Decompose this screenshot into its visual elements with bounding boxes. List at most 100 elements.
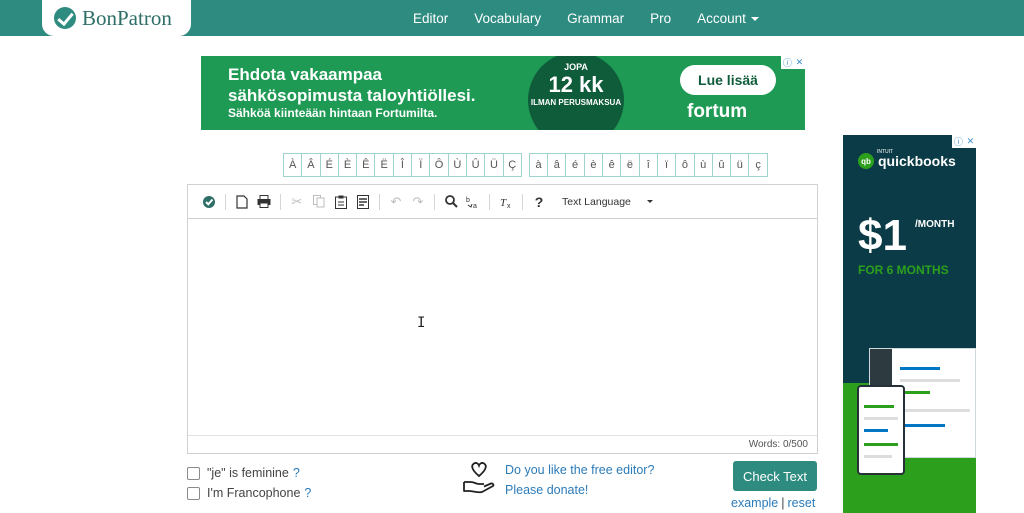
- svg-text:b: b: [466, 197, 470, 204]
- chevron-down-icon: [646, 200, 653, 203]
- reset-link[interactable]: reset: [788, 496, 816, 510]
- nav-vocabulary[interactable]: Vocabulary: [474, 11, 541, 26]
- toolbar-divider: [280, 193, 281, 210]
- option-francophone: I'm Francophone ?: [187, 483, 311, 503]
- qb-screen-bar: [900, 367, 940, 370]
- text-language-dropdown[interactable]: Text Language: [562, 196, 653, 208]
- char-button[interactable]: È: [337, 153, 358, 177]
- char-button[interactable]: Û: [465, 153, 486, 177]
- char-button[interactable]: Â: [301, 153, 321, 177]
- char-button[interactable]: ê: [602, 153, 622, 177]
- feminine-help-link[interactable]: ?: [293, 466, 300, 480]
- char-button[interactable]: ç: [748, 153, 768, 177]
- ad-info-icon[interactable]: ⓘ: [954, 135, 963, 148]
- nav-account[interactable]: Account: [697, 11, 759, 26]
- check-logo-icon: [54, 7, 76, 29]
- text-language-label: Text Language: [562, 195, 631, 208]
- qb-screen-bar: [900, 409, 970, 412]
- qb-phone-bar: [864, 455, 892, 458]
- paste-text-icon[interactable]: [354, 193, 372, 211]
- qb-phone-bar: [864, 443, 898, 446]
- char-button[interactable]: â: [547, 153, 567, 177]
- qb-screen-bar: [900, 379, 960, 382]
- copy-icon[interactable]: [310, 193, 328, 211]
- donate-link[interactable]: Please donate!: [505, 480, 654, 500]
- ad-headline: Ehdota vakaampaa sähkösopimusta taloyhti…: [228, 65, 476, 105]
- example-link[interactable]: example: [731, 496, 778, 510]
- qb-screen-bar: [900, 424, 945, 427]
- cut-icon[interactable]: ✂: [288, 193, 306, 211]
- ad-cta-button[interactable]: Lue lisää: [680, 65, 776, 95]
- heart-hand-icon: [462, 460, 496, 500]
- char-button[interactable]: ô: [675, 153, 695, 177]
- char-button[interactable]: ï: [656, 153, 677, 177]
- options-panel: "je" is feminine ? I'm Francophone ?: [187, 463, 311, 503]
- francophone-checkbox[interactable]: [187, 486, 200, 500]
- ad-close[interactable]: ⓘ ✕: [952, 135, 976, 148]
- char-button[interactable]: À: [283, 153, 303, 177]
- clear-format-icon[interactable]: Tx: [497, 193, 515, 211]
- redo-icon[interactable]: ↷: [409, 193, 427, 211]
- ad-info-icon[interactable]: ⓘ: [783, 56, 792, 69]
- qb-phone-bar: [864, 429, 888, 432]
- qb-offer: FOR 6 MONTHS: [858, 263, 949, 277]
- char-button[interactable]: Ê: [356, 153, 376, 177]
- find-replace-icon[interactable]: ba: [464, 193, 482, 211]
- char-button[interactable]: É: [319, 153, 339, 177]
- char-button[interactable]: ü: [730, 153, 750, 177]
- close-icon[interactable]: ✕: [967, 136, 975, 147]
- char-button[interactable]: Ç: [502, 153, 522, 177]
- special-character-bar: À Â É È Ê Ë Î Ï Ô Ù Û Ü Ç à â é è ê ë î …: [283, 153, 768, 177]
- print-icon[interactable]: [255, 193, 273, 211]
- svg-text:x: x: [507, 203, 511, 209]
- qb-phone-bar: [864, 405, 894, 408]
- char-button[interactable]: à: [528, 153, 549, 177]
- word-count: Words: 0/500: [188, 435, 817, 453]
- char-button[interactable]: Ï: [411, 153, 431, 177]
- qb-logo-icon: qb: [858, 153, 874, 169]
- char-button[interactable]: Î: [392, 153, 413, 177]
- ad-subline: Sähköä kiinteään hintaan Fortumilta.: [228, 106, 438, 120]
- search-icon[interactable]: [442, 193, 460, 211]
- ad-close[interactable]: ⓘ ✕: [781, 56, 805, 69]
- logo[interactable]: BonPatron: [42, 0, 191, 36]
- undo-icon[interactable]: ↶: [387, 193, 405, 211]
- qb-period: /MONTH: [915, 219, 955, 230]
- new-document-icon[interactable]: [233, 193, 251, 211]
- link-separator: |: [781, 496, 785, 510]
- check-text-button[interactable]: Check Text: [733, 461, 817, 491]
- char-button[interactable]: é: [565, 153, 585, 177]
- ad-offer-circle: JOPA 12 kk ILMAN PERUSMAKSUA: [528, 56, 624, 130]
- qb-phone-bar: [864, 417, 898, 420]
- feminine-checkbox[interactable]: [187, 466, 200, 480]
- editor-text-area[interactable]: I: [188, 220, 817, 436]
- donate-question[interactable]: Do you like the free editor?: [505, 460, 654, 480]
- nav-grammar[interactable]: Grammar: [567, 11, 624, 26]
- char-button[interactable]: Ë: [374, 153, 394, 177]
- francophone-help-link[interactable]: ?: [304, 486, 311, 500]
- paste-icon[interactable]: [332, 193, 350, 211]
- feminine-label: "je" is feminine: [207, 466, 289, 480]
- banner-ad-fortum[interactable]: Ehdota vakaampaa sähkösopimusta taloyhti…: [201, 56, 805, 130]
- char-button[interactable]: Ü: [484, 153, 504, 177]
- toolbar-divider: [489, 193, 490, 210]
- nav-editor[interactable]: Editor: [413, 11, 448, 26]
- check-logo-icon[interactable]: [200, 193, 218, 211]
- char-button[interactable]: û: [711, 153, 732, 177]
- toolbar-divider: [379, 193, 380, 210]
- side-ad-quickbooks[interactable]: ⓘ ✕ INTUIT qb quickbooks $1 /MONTH FOR 6 …: [843, 135, 976, 513]
- char-button[interactable]: Ù: [447, 153, 467, 177]
- logo-text: BonPatron: [82, 5, 172, 30]
- char-button[interactable]: Ô: [429, 153, 449, 177]
- toolbar-divider: [434, 193, 435, 210]
- nav-account-label: Account: [697, 10, 746, 26]
- char-button[interactable]: î: [638, 153, 658, 177]
- char-button[interactable]: ë: [620, 153, 640, 177]
- char-button[interactable]: è: [583, 153, 604, 177]
- nav-pro[interactable]: Pro: [650, 11, 671, 26]
- char-button[interactable]: ù: [693, 153, 713, 177]
- editor-links: example | reset: [731, 496, 815, 510]
- close-icon[interactable]: ✕: [796, 57, 804, 68]
- ad-brand-fortum: fortum: [687, 101, 748, 122]
- help-icon[interactable]: ?: [530, 193, 548, 211]
